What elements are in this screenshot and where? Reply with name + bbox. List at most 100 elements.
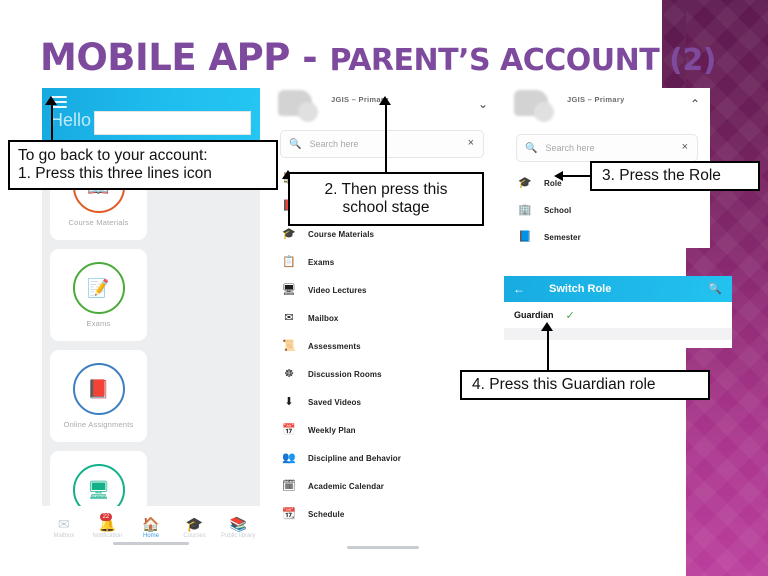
callout4-arrow-line <box>547 329 549 371</box>
search-input[interactable]: 🔍 Search here × <box>280 130 484 158</box>
calendar-icon: 📅 <box>282 423 296 436</box>
greeting-label: Hello <box>50 110 92 130</box>
search-icon: 🔍 <box>289 138 302 150</box>
check-icon: ✓ <box>565 309 575 322</box>
home-indicator <box>347 546 419 549</box>
search-input[interactable] <box>94 111 251 135</box>
nav-item-courses[interactable]: 🎓 Courses <box>173 517 217 539</box>
home-icon: 🏠 <box>142 516 160 532</box>
nav-label: Public library <box>220 533 256 539</box>
navigation-drawer-expanded: JGIS – Primary ⌄ 🔍 Search here × 🏠 Home … <box>268 88 498 553</box>
callout-line: 1. Press this three lines icon <box>18 165 212 182</box>
callout2-arrow-head <box>379 96 391 105</box>
callout-step-4: 4. Press this Guardian role <box>460 370 710 400</box>
school-stage-label[interactable]: JGIS – Primary <box>567 95 625 104</box>
nav-item-notification[interactable]: 🔔 22 Notification <box>86 513 130 539</box>
switch-role-app-bar: ← Switch Role 🔍 <box>504 276 732 302</box>
page-title-part2: PARENT’S ACCOUNT (2) <box>329 43 716 78</box>
callout1-arrow-line <box>51 103 53 145</box>
book-icon: 📘 <box>518 231 532 243</box>
library-icon: 📚 <box>229 516 247 532</box>
nav-label: Home <box>142 533 159 539</box>
avatar <box>278 90 324 126</box>
callout-step-3: 3. Press the Role <box>590 161 760 191</box>
clipboard-icon: 📜 <box>282 339 296 352</box>
home-card-label: Online Assignments <box>63 420 134 429</box>
callout-line: 2. Then press this <box>324 180 448 198</box>
download-icon: ⬇ <box>284 395 294 408</box>
drawer-item-mailbox[interactable]: ✉ Mailbox <box>268 304 498 332</box>
search-icon[interactable]: 🔍 <box>708 282 722 295</box>
drawer-item-label: Discipline and Behavior <box>308 453 401 463</box>
drawer-item-exams[interactable]: 📋 Exams <box>268 248 498 276</box>
switch-role-screen: ← Switch Role 🔍 Guardian ✓ <box>504 276 732 348</box>
drawer-item-assessments[interactable]: 📜 Assessments <box>268 332 498 360</box>
home-card-grid: 📖 Course Materials 📝 Exams 📕 Online Assi… <box>42 148 260 548</box>
assignment-icon: 📕 <box>72 363 125 415</box>
video-icon: 🖥 <box>282 283 296 296</box>
drawer-item-label: Schedule <box>308 509 345 519</box>
drawer-item-label: Video Lectures <box>308 285 367 295</box>
drawer-item-label: Discussion Rooms <box>308 369 382 379</box>
switch-role-title: Switch Role <box>549 283 612 295</box>
drawer-item-label: Semester <box>544 233 581 242</box>
chevron-down-icon[interactable]: ⌄ <box>478 97 488 111</box>
drawer-item-label: Academic Calendar <box>308 481 384 491</box>
callout3-arrow-head <box>554 171 563 181</box>
home-card[interactable]: 📕 Online Assignments <box>50 350 147 442</box>
drawer-item-academic-calendar[interactable]: 🗓 Academic Calendar <box>268 472 498 500</box>
back-arrow-icon[interactable]: ← <box>513 282 525 296</box>
drawer-item-label: Saved Videos <box>308 397 362 407</box>
clear-search-icon[interactable]: × <box>468 137 474 149</box>
search-input[interactable]: 🔍 Search here × <box>516 134 698 162</box>
drawer-item-weekly-plan[interactable]: 📅 Weekly Plan <box>268 416 498 444</box>
home-card[interactable]: 📝 Exams <box>50 249 147 341</box>
building-icon: 🏢 <box>518 204 532 216</box>
people-icon: 👥 <box>282 451 296 464</box>
schedule-icon: 📆 <box>282 507 296 520</box>
nav-item-home[interactable]: 🏠 Home <box>129 517 173 539</box>
nav-label: Courses <box>183 533 206 539</box>
exam-icon: 📋 <box>282 255 296 268</box>
role-list-empty-row <box>504 328 732 340</box>
discussion-icon: ☸ <box>284 367 294 380</box>
search-icon: 🔍 <box>525 142 538 154</box>
search-placeholder: Search here <box>545 143 595 153</box>
graduation-cap-icon: 🎓 <box>518 177 532 189</box>
nav-item-mailbox[interactable]: ✉ Mailbox <box>42 517 86 539</box>
drawer-item-semester[interactable]: 📘 Semester <box>504 224 710 248</box>
drawer-item-label: Course Materials <box>308 229 375 239</box>
avatar <box>514 90 560 126</box>
drawer-item-school[interactable]: 🏢 School <box>504 197 710 224</box>
graduation-cap-icon: 🎓 <box>282 227 296 240</box>
drawer-header: JGIS – Primary ⌃ <box>504 88 710 130</box>
drawer-item-video-lectures[interactable]: 🖥 Video Lectures <box>268 276 498 304</box>
drawer-item-discipline-and-behavior[interactable]: 👥 Discipline and Behavior <box>268 444 498 472</box>
nav-label: Notification <box>92 533 123 539</box>
mail-icon: ✉ <box>284 311 294 324</box>
page-title: MOBILE APP - PARENT’S ACCOUNT (2) <box>40 36 716 79</box>
drawer-item-label: Assessments <box>308 341 361 351</box>
home-card-label: Exams <box>86 319 111 328</box>
app-header-bar: Hello <box>42 88 260 144</box>
graduation-cap-icon: 🎓 <box>185 516 204 532</box>
drawer-item-schedule[interactable]: 📆 Schedule <box>268 500 498 528</box>
callout4-arrow-head <box>541 322 553 331</box>
callout3-arrow-line <box>562 175 592 177</box>
calendar-check-icon: 🗓 <box>282 479 296 492</box>
clear-search-icon[interactable]: × <box>682 141 688 153</box>
callout1-arrow-head <box>45 96 57 105</box>
chevron-up-icon[interactable]: ⌃ <box>690 97 700 111</box>
search-placeholder: Search here <box>309 139 359 149</box>
role-option-guardian[interactable]: Guardian ✓ <box>504 302 732 328</box>
callout-line: 3. Press the Role <box>602 166 721 184</box>
home-indicator <box>113 542 189 545</box>
bottom-navigation-bar: ✉ Mailbox 🔔 22 Notification 🏠 Home 🎓 Cou… <box>42 506 260 548</box>
drawer-header: JGIS – Primary ⌄ <box>268 88 498 130</box>
drawer-item-label: Weekly Plan <box>308 425 356 435</box>
callout2-arrow-line <box>385 104 387 174</box>
nav-item-public-library[interactable]: 📚 Public library <box>216 517 260 539</box>
drawer-item-label: Exams <box>308 257 335 267</box>
drawer-item-label: School <box>544 206 572 215</box>
callout-step-2: 2. Then press this school stage <box>288 172 484 226</box>
